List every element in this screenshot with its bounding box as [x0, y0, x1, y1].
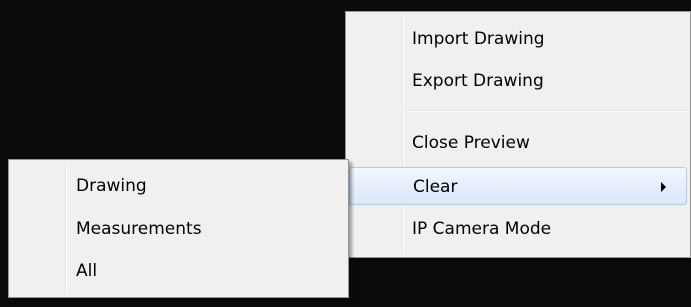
menu-item-label: Measurements — [76, 219, 202, 239]
menu-item-export-drawing[interactable]: Export Drawing — [349, 62, 687, 100]
context-menu: Import Drawing Export Drawing Close Prev… — [345, 11, 691, 258]
menu-item-label: IP Camera Mode — [412, 219, 552, 239]
chevron-right-icon — [661, 182, 666, 192]
menu-item-label: Drawing — [76, 176, 147, 196]
menu-separator — [405, 110, 687, 112]
menu-item-clear[interactable]: Clear — [349, 167, 687, 205]
clear-submenu: Drawing Measurements All — [8, 159, 349, 298]
menu-item-close-preview[interactable]: Close Preview — [349, 124, 687, 162]
menu-item-import-drawing[interactable]: Import Drawing — [349, 20, 687, 58]
menu-item-label: All — [76, 261, 98, 281]
submenu-item-drawing[interactable]: Drawing — [12, 167, 345, 205]
submenu-item-measurements[interactable]: Measurements — [12, 210, 345, 248]
menu-item-label: Close Preview — [412, 133, 530, 153]
submenu-item-all[interactable]: All — [12, 252, 345, 290]
menu-item-label: Import Drawing — [412, 29, 545, 49]
screen-background: { "context_menu": { "items": [ { "label"… — [0, 0, 691, 307]
menu-item-label: Clear — [413, 177, 458, 197]
menu-item-label: Export Drawing — [412, 71, 544, 91]
menu-item-ip-camera-mode[interactable]: IP Camera Mode — [349, 210, 687, 248]
